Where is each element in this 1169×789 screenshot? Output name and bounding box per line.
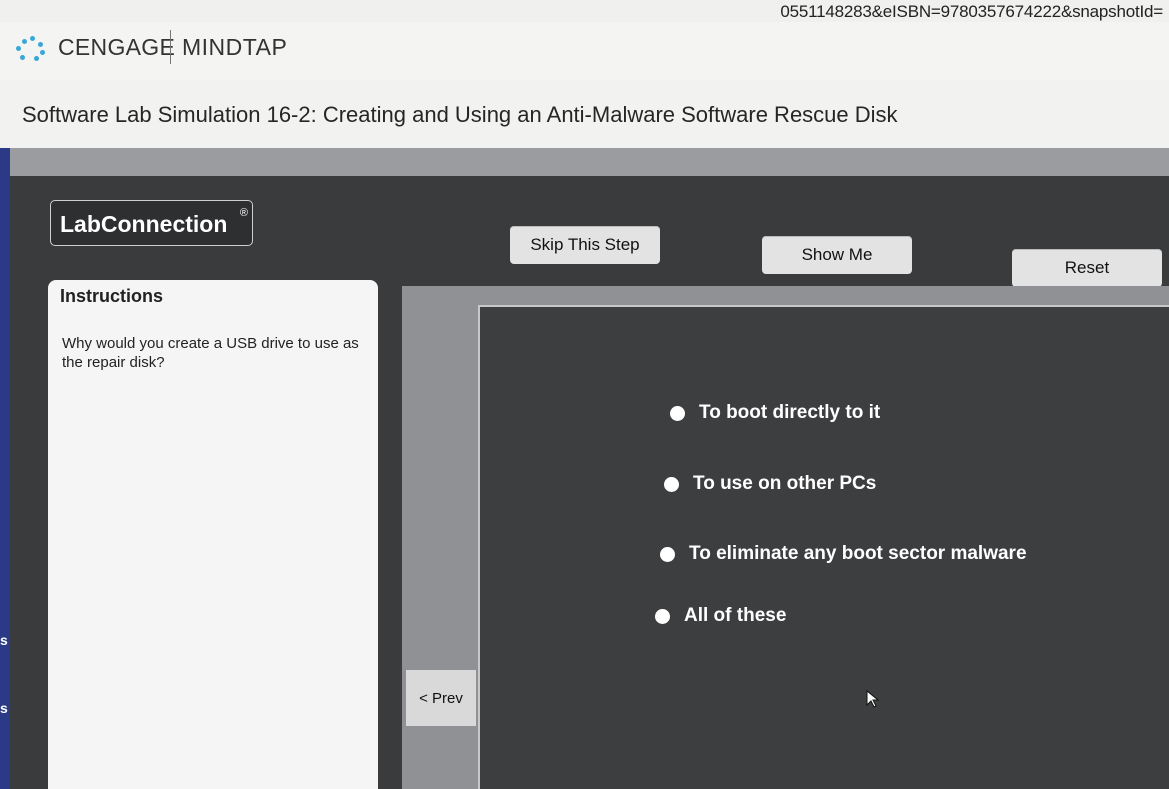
radio-dot-icon <box>664 476 679 492</box>
sidebar-fragment-2: s <box>0 700 8 716</box>
radio-dot-icon <box>670 405 685 421</box>
brand-divider <box>170 30 171 64</box>
option-eliminate-malware[interactable]: To eliminate any boot sector malware <box>660 543 1027 565</box>
skip-step-button[interactable]: Skip This Step <box>510 226 660 264</box>
instructions-text: Why would you create a USB drive to use … <box>62 335 359 371</box>
option-label: To use on other PCs <box>693 473 877 494</box>
option-label: All of these <box>684 605 787 626</box>
option-other-pcs[interactable]: To use on other PCs <box>664 473 876 495</box>
radio-dot-icon <box>655 608 670 624</box>
option-boot-directly[interactable]: To boot directly to it <box>670 402 880 424</box>
activity-title-bar: Software Lab Simulation 16-2: Creating a… <box>0 80 1169 148</box>
registered-mark: ® <box>239 207 248 219</box>
mouse-pointer-icon <box>866 690 880 708</box>
url-text: 0551148283&eISBN=9780357674222&snapshotI… <box>780 2 1163 21</box>
browser-url-bar[interactable]: 0551148283&eISBN=9780357674222&snapshotI… <box>0 0 1169 22</box>
option-all-of-these[interactable]: All of these <box>655 605 786 627</box>
page-title: Software Lab Simulation 16-2: Creating a… <box>22 102 898 127</box>
instructions-heading: Instructions <box>60 286 164 306</box>
labconnection-label: LabConnection <box>60 211 228 237</box>
cengage-logo-icon <box>14 36 46 62</box>
show-me-button[interactable]: Show Me <box>762 236 912 274</box>
reset-button[interactable]: Reset <box>1012 249 1162 287</box>
brand-name: CENGAGE <box>58 34 176 60</box>
sidebar-fragment-1: s <box>0 632 8 648</box>
app-header: CENGAGE MINDTAP <box>0 22 1169 81</box>
lab-top-strip <box>0 148 1169 176</box>
prev-button[interactable]: < Prev <box>406 670 476 726</box>
labconnection-logo: LabConnection ® <box>50 200 253 246</box>
instructions-panel: Instructions Why would you create a USB … <box>48 280 378 789</box>
product-name: MINDTAP <box>182 34 288 60</box>
option-label: To boot directly to it <box>699 402 881 423</box>
left-edge-panel <box>0 148 10 789</box>
option-label: To eliminate any boot sector malware <box>689 543 1027 564</box>
radio-dot-icon <box>660 546 675 562</box>
